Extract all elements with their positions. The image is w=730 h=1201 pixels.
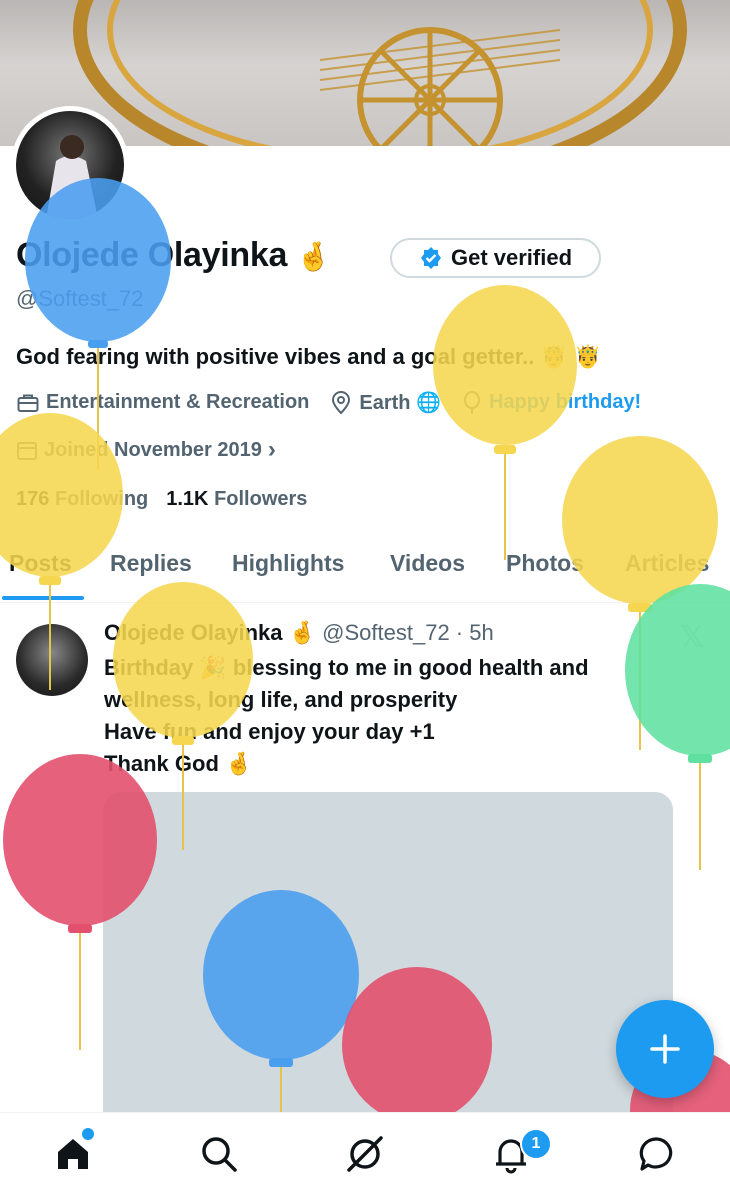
following-label: Following bbox=[54, 488, 149, 510]
chevron-right-icon: › bbox=[267, 436, 276, 463]
x-logo-icon: 𝕏 bbox=[680, 621, 705, 654]
grok-icon bbox=[347, 1136, 383, 1172]
location-text: Earth 🌐 bbox=[359, 392, 441, 414]
message-bubble-icon bbox=[639, 1137, 673, 1171]
balloon-icon bbox=[25, 178, 171, 470]
calendar-icon bbox=[17, 442, 37, 460]
following-link[interactable]: 176 Following bbox=[16, 488, 148, 511]
profile-display-name: Olojede Olayinka 🤞 bbox=[16, 236, 331, 275]
followers-label: Followers bbox=[214, 488, 308, 510]
birthday-item: Happy birthday! bbox=[461, 390, 642, 415]
home-unread-dot bbox=[82, 1128, 94, 1140]
tab-replies[interactable]: Replies bbox=[110, 550, 192, 577]
balloon-icon bbox=[433, 285, 577, 560]
birthday-text: Happy birthday! bbox=[488, 391, 642, 413]
post-line: Have fun and enjoy your day +1 bbox=[104, 719, 435, 744]
profile-meta-row: Entertainment & Recreation Earth 🌐 Happy… bbox=[16, 390, 661, 415]
post-author-emoji: 🤞 bbox=[288, 620, 317, 645]
nav-messages[interactable] bbox=[634, 1131, 680, 1177]
followers-count: 1.1K bbox=[166, 488, 209, 510]
balloon-icon bbox=[463, 390, 480, 414]
following-count: 176 bbox=[16, 488, 50, 510]
joined-row[interactable]: Joined November 2019 › bbox=[16, 436, 276, 464]
category-text: Entertainment & Recreation bbox=[46, 391, 310, 413]
tab-videos[interactable]: Videos bbox=[390, 550, 465, 577]
notifications-count-badge: 1 bbox=[520, 1128, 552, 1160]
post-line: Thank God 🤞 bbox=[104, 751, 253, 776]
compose-post-button[interactable] bbox=[616, 1000, 714, 1098]
tab-posts[interactable]: Posts bbox=[9, 550, 72, 577]
category-item: Entertainment & Recreation bbox=[16, 391, 309, 415]
get-verified-label: Get verified bbox=[450, 245, 573, 270]
briefcase-icon bbox=[17, 394, 39, 412]
location-item: Earth 🌐 bbox=[329, 390, 441, 415]
post-header: Olojede Olayinka 🤞 @Softest_72 · 5h bbox=[104, 620, 494, 646]
post-author-avatar[interactable] bbox=[16, 624, 88, 696]
tab-photos[interactable]: Photos bbox=[506, 550, 584, 577]
post-media[interactable] bbox=[103, 792, 673, 1132]
display-name-text: Olojede Olayinka bbox=[16, 236, 288, 274]
active-tab-indicator bbox=[2, 596, 84, 600]
search-icon bbox=[202, 1137, 237, 1172]
get-verified-button[interactable]: Get verified bbox=[390, 238, 601, 278]
avatar-photo bbox=[16, 111, 124, 219]
profile-bio: God fearing with positive vibes and a go… bbox=[16, 344, 602, 369]
nav-grok[interactable] bbox=[342, 1131, 388, 1177]
plus-icon bbox=[650, 1034, 680, 1064]
bottom-navigation bbox=[0, 1112, 730, 1201]
tab-articles[interactable]: Articles bbox=[625, 550, 709, 577]
location-pin-icon bbox=[332, 390, 351, 414]
profile-avatar[interactable] bbox=[11, 106, 129, 224]
post-body[interactable]: Birthday 🎉 blessing to me in good health… bbox=[104, 652, 684, 780]
follow-stats: 176 Following 1.1K Followers bbox=[16, 488, 307, 511]
post-line: wellness, long life, and prosperity bbox=[104, 687, 458, 712]
profile-tabs: Posts Replies Highlights Videos Photos A… bbox=[0, 538, 730, 603]
followers-link[interactable]: 1.1K Followers bbox=[166, 488, 307, 511]
nav-search[interactable] bbox=[196, 1131, 242, 1177]
home-icon bbox=[58, 1139, 88, 1169]
post-handle-time: @Softest_72 · 5h bbox=[322, 620, 494, 645]
post-line: Birthday 🎉 blessing to me in good health… bbox=[104, 655, 589, 680]
display-name-emoji: 🤞 bbox=[296, 241, 331, 272]
joined-text: Joined November 2019 bbox=[44, 438, 262, 461]
tab-highlights[interactable]: Highlights bbox=[232, 550, 344, 577]
verified-badge-icon bbox=[420, 247, 441, 269]
profile-handle: @Softest_72 bbox=[16, 286, 144, 311]
post-author-name[interactable]: Olojede Olayinka bbox=[104, 620, 283, 645]
